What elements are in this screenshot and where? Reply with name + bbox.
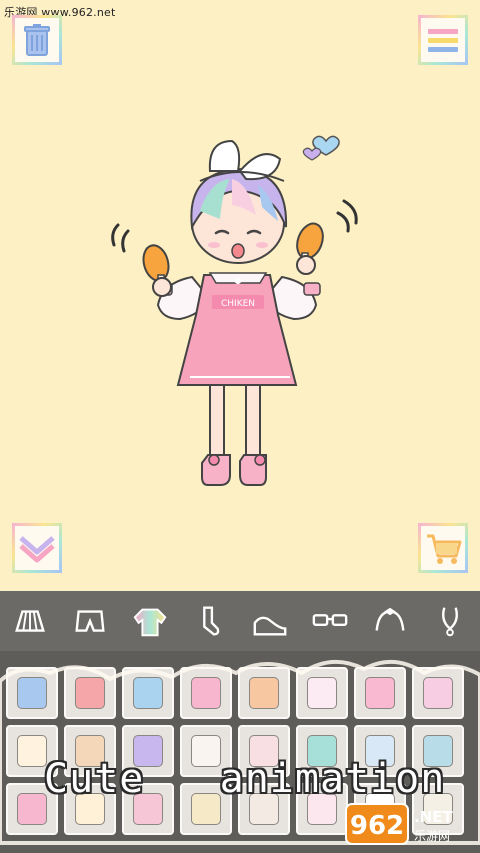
menu-button[interactable] (418, 15, 468, 65)
wardrobe-item[interactable] (180, 667, 232, 719)
banner-word-2: animation (219, 756, 446, 802)
shop-button[interactable] (418, 523, 468, 573)
category-accessory[interactable] (427, 598, 473, 644)
logo-net: .NET (414, 808, 453, 826)
category-glasses[interactable] (307, 598, 353, 644)
chevron-down-icon (19, 536, 55, 563)
clothing-thumbnail (249, 677, 279, 709)
clothing-thumbnail (307, 677, 337, 709)
clothing-thumbnail (365, 677, 395, 709)
logo-number: 962 (350, 811, 404, 841)
category-headband[interactable] (367, 598, 413, 644)
clothing-thumbnail (17, 793, 47, 825)
clothing-thumbnail (17, 735, 47, 767)
motion-lines-left (111, 223, 130, 253)
headband-icon (375, 607, 405, 631)
necklace-icon (442, 607, 458, 637)
hamburger-icon (428, 29, 458, 52)
clothing-thumbnail (423, 677, 453, 709)
shoes-icon (253, 616, 287, 636)
top-icon (133, 608, 167, 637)
wardrobe-item[interactable] (296, 667, 348, 719)
wardrobe-item[interactable] (238, 667, 290, 719)
category-skirt[interactable] (7, 598, 53, 644)
logo-subtext: 乐游网 (414, 829, 450, 843)
collapse-button[interactable] (12, 523, 62, 573)
trash-icon (24, 24, 50, 56)
clothing-thumbnail (75, 677, 105, 709)
category-socks[interactable] (187, 598, 233, 644)
banner-word-1: Cute (44, 756, 145, 802)
clothing-thumbnail (17, 677, 47, 709)
shorts-icon (75, 610, 105, 632)
trash-button[interactable] (12, 15, 62, 65)
clothing-thumbnail (133, 677, 163, 709)
promo-banner: Cute animation (44, 756, 445, 802)
socks-icon (203, 606, 220, 636)
site-logo: 962 .NET 乐游网 (344, 800, 474, 848)
wardrobe-item[interactable] (354, 667, 406, 719)
category-shorts[interactable] (67, 598, 113, 644)
category-shoes[interactable] (247, 598, 293, 644)
wardrobe-item[interactable] (412, 667, 464, 719)
character-figure[interactable]: CHIKEN (100, 115, 380, 495)
heart-purple-icon (302, 147, 322, 161)
category-top[interactable] (127, 598, 173, 644)
shopping-cart-icon (427, 534, 462, 564)
motion-lines-right (336, 199, 358, 233)
wardrobe-item[interactable] (6, 667, 58, 719)
wardrobe-item[interactable] (64, 667, 116, 719)
category-toolbar (0, 591, 480, 651)
wardrobe-item[interactable] (122, 667, 174, 719)
skirt-icon (15, 610, 45, 632)
clothing-thumbnail (191, 677, 221, 709)
glasses-icon (312, 614, 348, 626)
shirt-text: CHIKEN (221, 299, 255, 309)
